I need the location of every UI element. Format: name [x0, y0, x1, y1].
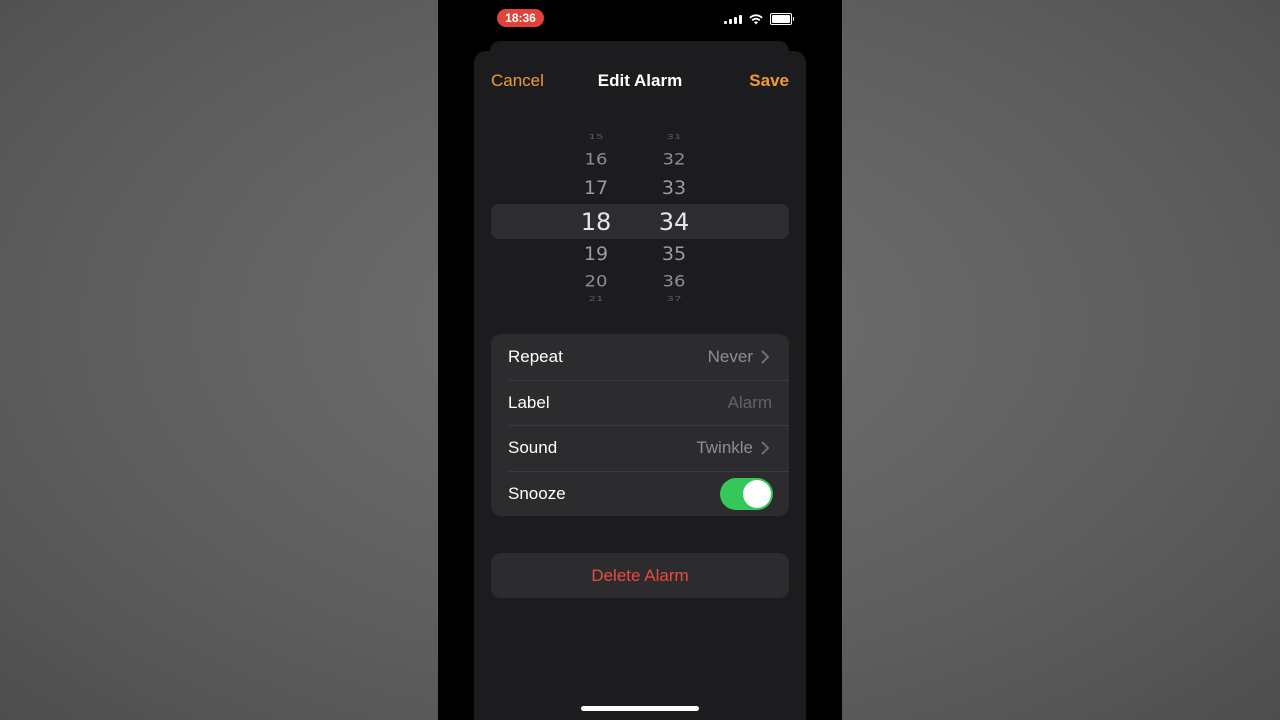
- minute-wheel[interactable]: 31 32 33 34 35 36 37: [649, 126, 699, 316]
- minute-selected[interactable]: 34: [649, 208, 699, 236]
- status-time: 18:36: [497, 9, 544, 27]
- repeat-value: Never: [707, 347, 753, 366]
- hour-option[interactable]: 15: [571, 133, 621, 141]
- repeat-row[interactable]: Repeat Never: [491, 334, 789, 380]
- battery-icon: [770, 13, 794, 25]
- wifi-icon: [749, 13, 763, 24]
- time-picker[interactable]: 15 16 17 18 19 20 21 31 32 33 34 35 36 3…: [474, 126, 806, 316]
- minute-option[interactable]: 33: [649, 177, 699, 199]
- hour-option[interactable]: 20: [571, 272, 621, 291]
- minute-option[interactable]: 37: [649, 295, 699, 303]
- chevron-right-icon: [761, 441, 769, 455]
- label-row[interactable]: Label Alarm: [491, 379, 789, 426]
- alarm-settings-group: Repeat Never Label Alarm Sound Twinkle S…: [491, 334, 789, 516]
- edit-alarm-sheet: Cancel Edit Alarm Save 15 16 17 18 19 20…: [474, 51, 806, 720]
- snooze-row: Snooze: [491, 470, 789, 517]
- snooze-toggle[interactable]: [720, 477, 773, 510]
- home-indicator[interactable]: [581, 706, 699, 711]
- sound-row[interactable]: Sound Twinkle: [491, 425, 789, 471]
- minute-option[interactable]: 35: [649, 243, 699, 265]
- status-icons: [724, 12, 794, 26]
- minute-option[interactable]: 32: [649, 150, 699, 169]
- hour-option[interactable]: 21: [571, 295, 621, 303]
- sound-label: Sound: [508, 438, 558, 457]
- hour-option[interactable]: 17: [571, 177, 621, 199]
- picker-selection-band: [491, 204, 789, 239]
- delete-alarm-button[interactable]: Delete Alarm: [491, 553, 789, 598]
- hour-option[interactable]: 16: [571, 150, 621, 169]
- repeat-label: Repeat: [508, 347, 563, 366]
- hour-wheel[interactable]: 15 16 17 18 19 20 21: [571, 126, 621, 316]
- save-button[interactable]: Save: [749, 71, 789, 91]
- hour-option[interactable]: 19: [571, 243, 621, 265]
- label-label: Label: [508, 392, 550, 412]
- chevron-right-icon: [761, 350, 769, 364]
- sound-value: Twinkle: [696, 438, 753, 457]
- snooze-label: Snooze: [508, 483, 566, 503]
- phone-screen: 18:36 Cancel Edit Alarm Save 15 16 17 18…: [438, 0, 842, 720]
- minute-option[interactable]: 36: [649, 272, 699, 291]
- cellular-signal-icon: [724, 14, 742, 24]
- minute-option[interactable]: 31: [649, 133, 699, 141]
- label-input[interactable]: Alarm: [728, 380, 772, 426]
- hour-selected[interactable]: 18: [571, 208, 621, 236]
- toggle-knob: [743, 479, 771, 508]
